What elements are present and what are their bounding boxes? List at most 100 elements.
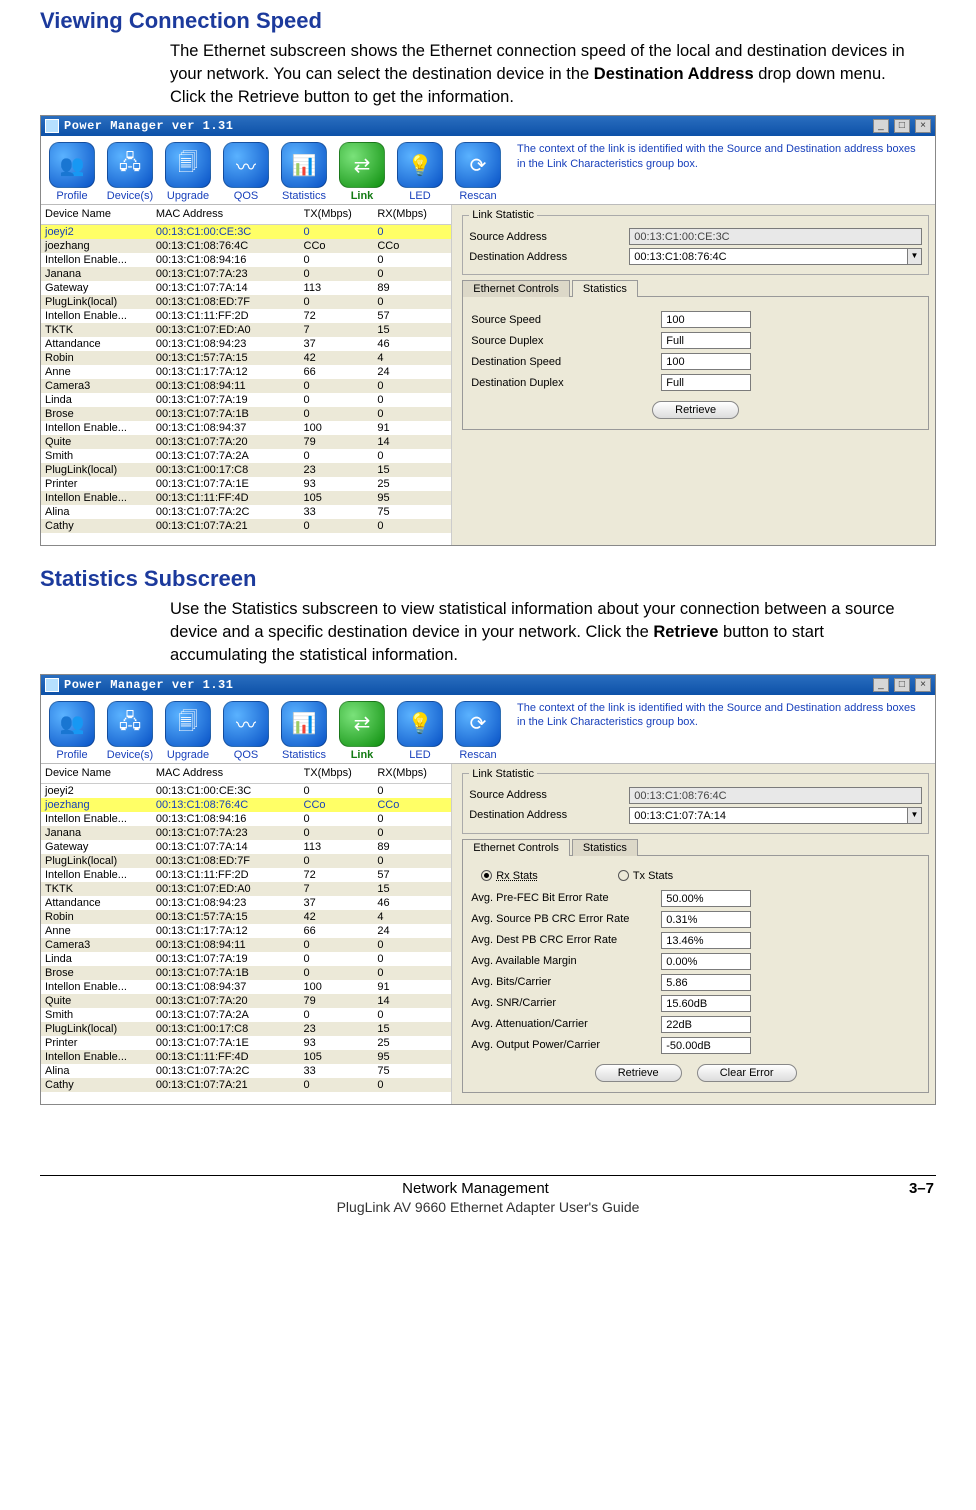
device-row[interactable]: joezhang00:13:C1:08:76:4CCCoCCo — [41, 239, 451, 253]
toolbar-link[interactable]: ⇄Link — [333, 138, 391, 202]
toolbar-statistics[interactable]: 📊Statistics — [275, 697, 333, 761]
toolbar-profile[interactable]: 👥Profile — [43, 697, 101, 761]
retrieve-button[interactable]: Retrieve — [595, 1064, 682, 1082]
device-row[interactable]: Alina00:13:C1:07:7A:2C3375 — [41, 1064, 451, 1078]
device-row[interactable]: Quite00:13:C1:07:7A:207914 — [41, 994, 451, 1008]
device-row[interactable]: Gateway00:13:C1:07:7A:1411389 — [41, 840, 451, 854]
tab-ethernet-controls[interactable]: Ethernet Controls — [462, 839, 570, 856]
toolbar-label: Statistics — [275, 749, 333, 761]
toolbar-qos[interactable]: 〰QOS — [217, 697, 275, 761]
device-row[interactable]: Quite00:13:C1:07:7A:207914 — [41, 435, 451, 449]
device-row[interactable]: Intellon Enable...00:13:C1:08:94:1600 — [41, 253, 451, 267]
cell-mac: 00:13:C1:07:7A:14 — [156, 282, 304, 294]
device-row[interactable]: Janana00:13:C1:07:7A:2300 — [41, 267, 451, 281]
destination-address-dropdown[interactable]: ▼ — [908, 807, 922, 824]
device-row[interactable]: Gateway00:13:C1:07:7A:1411389 — [41, 281, 451, 295]
toolbar-devices[interactable]: 🖧Device(s) — [101, 697, 159, 761]
toolbar-statistics[interactable]: 📊Statistics — [275, 138, 333, 202]
device-row[interactable]: Intellon Enable...00:13:C1:08:94:3710091 — [41, 980, 451, 994]
cell-name: Smith — [41, 450, 156, 462]
maximize-button[interactable]: □ — [894, 119, 910, 133]
device-row[interactable]: Printer00:13:C1:07:7A:1E9325 — [41, 477, 451, 491]
devices-icon: 🖧 — [107, 701, 153, 747]
toolbar-upgrade[interactable]: 🗐Upgrade — [159, 138, 217, 202]
device-row[interactable]: Brose00:13:C1:07:7A:1B00 — [41, 966, 451, 980]
device-row[interactable]: Cathy00:13:C1:07:7A:2100 — [41, 519, 451, 533]
clear-error-button[interactable]: Clear Error — [697, 1064, 797, 1082]
radio-rx-stats[interactable]: Rx Stats — [481, 870, 538, 882]
device-row[interactable]: Printer00:13:C1:07:7A:1E9325 — [41, 1036, 451, 1050]
tab-statistics[interactable]: Statistics — [572, 839, 638, 856]
device-row[interactable]: joeyi200:13:C1:00:CE:3C00 — [41, 784, 451, 798]
cell-rx: 25 — [377, 1037, 439, 1049]
led-icon: 💡 — [397, 701, 443, 747]
title-bar: Power Manager ver 1.31 _ □ × — [41, 116, 935, 136]
maximize-button[interactable]: □ — [894, 678, 910, 692]
device-row[interactable]: Attandance00:13:C1:08:94:233746 — [41, 337, 451, 351]
toolbar-upgrade[interactable]: 🗐Upgrade — [159, 697, 217, 761]
destination-address-dropdown[interactable]: ▼ — [908, 248, 922, 265]
toolbar-rescan[interactable]: ⟳Rescan — [449, 138, 507, 202]
destination-address-value[interactable]: 00:13:C1:08:76:4C — [629, 248, 908, 265]
device-row[interactable]: TKTK00:13:C1:07:ED:A0715 — [41, 882, 451, 896]
device-list[interactable]: joeyi200:13:C1:00:CE:3C00joezhang00:13:C… — [41, 225, 451, 545]
device-row[interactable]: joeyi200:13:C1:00:CE:3C00 — [41, 225, 451, 239]
device-row[interactable]: Intellon Enable...00:13:C1:11:FF:2D7257 — [41, 868, 451, 882]
toolbar-qos[interactable]: 〰QOS — [217, 138, 275, 202]
minimize-button[interactable]: _ — [873, 678, 889, 692]
tab-ethernet-controls[interactable]: Ethernet Controls — [462, 280, 570, 297]
device-row[interactable]: Attandance00:13:C1:08:94:233746 — [41, 896, 451, 910]
toolbar-profile[interactable]: 👥Profile — [43, 138, 101, 202]
qos-icon: 〰 — [223, 701, 269, 747]
radio-tx-stats[interactable]: Tx Stats — [618, 870, 673, 882]
cell-mac: 00:13:C1:17:7A:12 — [156, 925, 304, 937]
device-row[interactable]: Linda00:13:C1:07:7A:1900 — [41, 952, 451, 966]
device-row[interactable]: PlugLink(local)00:13:C1:08:ED:7F00 — [41, 295, 451, 309]
cell-mac: 00:13:C1:08:ED:7F — [156, 855, 304, 867]
device-row[interactable]: TKTK00:13:C1:07:ED:A0715 — [41, 323, 451, 337]
cell-mac: 00:13:C1:08:94:37 — [156, 422, 304, 434]
device-row[interactable]: Alina00:13:C1:07:7A:2C3375 — [41, 505, 451, 519]
device-row[interactable]: PlugLink(local)00:13:C1:08:ED:7F00 — [41, 854, 451, 868]
device-row[interactable]: Cathy00:13:C1:07:7A:2100 — [41, 1078, 451, 1092]
toolbar-led[interactable]: 💡LED — [391, 138, 449, 202]
toolbar-devices[interactable]: 🖧Device(s) — [101, 138, 159, 202]
device-row[interactable]: joezhang00:13:C1:08:76:4CCCoCCo — [41, 798, 451, 812]
device-row[interactable]: Linda00:13:C1:07:7A:1900 — [41, 393, 451, 407]
minimize-button[interactable]: _ — [873, 119, 889, 133]
stat-label: Avg. Pre-FEC Bit Error Rate — [471, 892, 661, 904]
cell-rx: 4 — [377, 911, 439, 923]
device-list[interactable]: joeyi200:13:C1:00:CE:3C00joezhang00:13:C… — [41, 784, 451, 1104]
device-row[interactable]: PlugLink(local)00:13:C1:00:17:C82315 — [41, 463, 451, 477]
close-button[interactable]: × — [915, 678, 931, 692]
device-row[interactable]: Brose00:13:C1:07:7A:1B00 — [41, 407, 451, 421]
device-row[interactable]: Intellon Enable...00:13:C1:11:FF:2D7257 — [41, 309, 451, 323]
device-row[interactable]: Camera300:13:C1:08:94:1100 — [41, 938, 451, 952]
close-button[interactable]: × — [915, 119, 931, 133]
col-rx: RX(Mbps) — [377, 208, 439, 220]
retrieve-button[interactable]: Retrieve — [652, 401, 739, 419]
link-stat-legend: Link Statistic — [469, 768, 537, 780]
device-row[interactable]: Intellon Enable...00:13:C1:11:FF:4D10595 — [41, 1050, 451, 1064]
device-row[interactable]: Janana00:13:C1:07:7A:2300 — [41, 826, 451, 840]
device-row[interactable]: Robin00:13:C1:57:7A:15424 — [41, 910, 451, 924]
device-row[interactable]: Anne00:13:C1:17:7A:126624 — [41, 365, 451, 379]
device-row[interactable]: Anne00:13:C1:17:7A:126624 — [41, 924, 451, 938]
tab-statistics[interactable]: Statistics — [572, 280, 638, 297]
device-row[interactable]: Intellon Enable...00:13:C1:11:FF:4D10595 — [41, 491, 451, 505]
device-row[interactable]: Intellon Enable...00:13:C1:08:94:3710091 — [41, 421, 451, 435]
device-row[interactable]: Smith00:13:C1:07:7A:2A00 — [41, 449, 451, 463]
toolbar-link[interactable]: ⇄Link — [333, 697, 391, 761]
cell-mac: 00:13:C1:07:7A:23 — [156, 827, 304, 839]
device-row[interactable]: PlugLink(local)00:13:C1:00:17:C82315 — [41, 1022, 451, 1036]
cell-rx: 0 — [377, 296, 439, 308]
device-row[interactable]: Robin00:13:C1:57:7A:15424 — [41, 351, 451, 365]
cell-mac: 00:13:C1:11:FF:2D — [156, 310, 304, 322]
device-row[interactable]: Camera300:13:C1:08:94:1100 — [41, 379, 451, 393]
cell-rx: 57 — [377, 310, 439, 322]
destination-address-value[interactable]: 00:13:C1:07:7A:14 — [629, 807, 908, 824]
toolbar-led[interactable]: 💡LED — [391, 697, 449, 761]
device-row[interactable]: Smith00:13:C1:07:7A:2A00 — [41, 1008, 451, 1022]
toolbar-rescan[interactable]: ⟳Rescan — [449, 697, 507, 761]
device-row[interactable]: Intellon Enable...00:13:C1:08:94:1600 — [41, 812, 451, 826]
